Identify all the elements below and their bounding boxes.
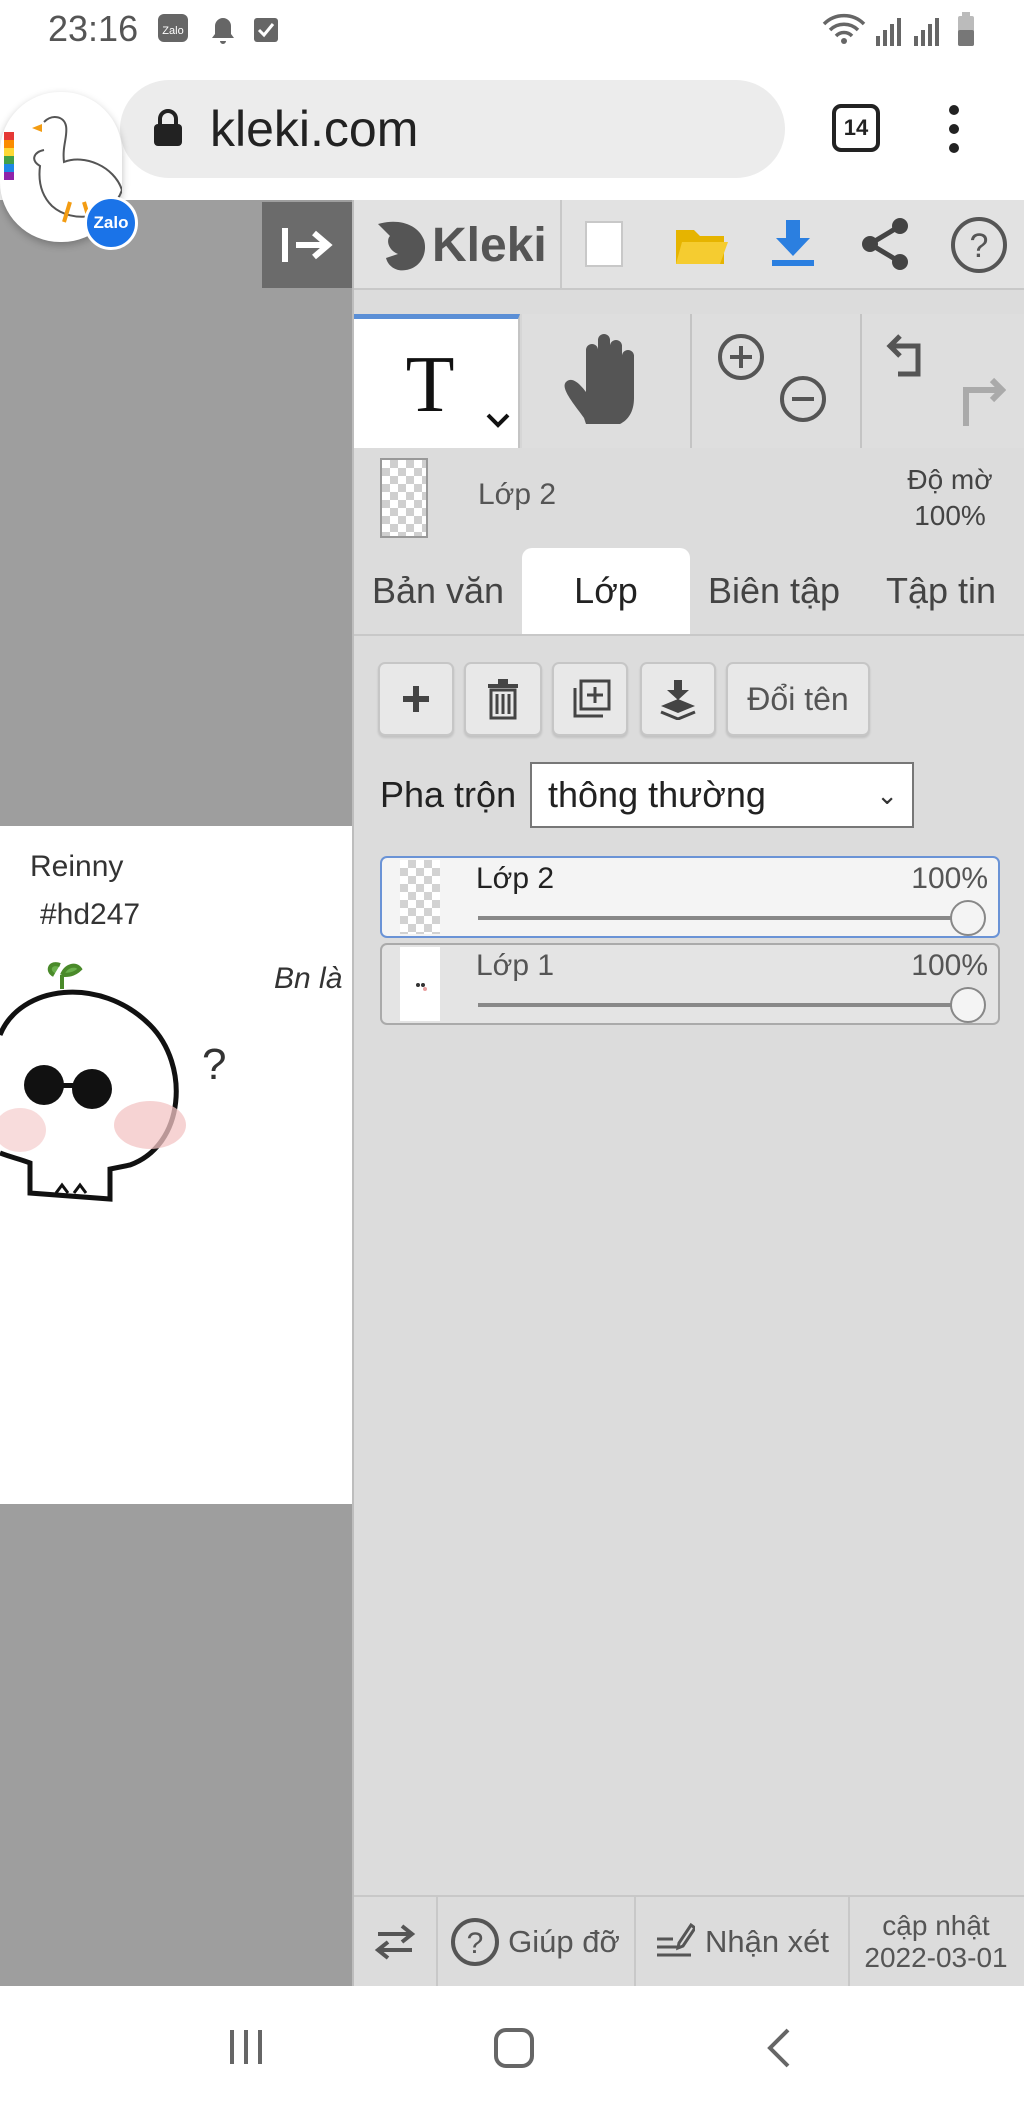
svg-text:?: ? — [467, 1927, 484, 1960]
help-label: Giúp đỡ — [508, 1923, 620, 1959]
canvas-drawing-mascot — [0, 962, 186, 1202]
duplicate-layer-button[interactable] — [552, 662, 628, 736]
lock-icon — [154, 109, 182, 146]
canvas-text-question: ? — [202, 1040, 227, 1089]
open-folder-icon[interactable] — [674, 222, 728, 268]
add-layer-button[interactable] — [378, 662, 454, 736]
layer-opacity-slider-handle[interactable] — [950, 900, 986, 936]
opacity-value: 100% — [914, 500, 986, 531]
feedback-button[interactable]: Nhận xét — [634, 1897, 850, 1986]
delete-layer-button[interactable] — [464, 662, 542, 736]
zoom-buttons — [692, 314, 862, 448]
toolbar-divider — [560, 200, 562, 288]
redo-icon[interactable] — [948, 376, 1006, 432]
download-icon[interactable] — [768, 218, 820, 268]
swap-side-button[interactable] — [354, 1897, 438, 1986]
browser-menu-icon[interactable] — [944, 104, 964, 154]
layer-thumbnail-drawing — [416, 983, 427, 991]
svg-text:?: ? — [970, 227, 989, 265]
tab-divider — [354, 634, 1024, 636]
status-time: 23:16 — [48, 8, 139, 49]
text-tool-icon: T — [406, 341, 510, 429]
collapse-panel-icon — [282, 228, 333, 262]
merge-layer-button[interactable] — [640, 662, 716, 736]
svg-text:T: T — [406, 341, 455, 429]
history-buttons — [862, 314, 1024, 448]
new-image-icon[interactable] — [584, 220, 624, 268]
kleki-logo-icon — [378, 221, 426, 271]
svg-text:Zalo: Zalo — [162, 25, 183, 37]
update-date: 2022-03-01 — [864, 1941, 1008, 1973]
layer-opacity-slider[interactable] — [478, 1003, 968, 1007]
layer-name: Lớp 2 — [476, 862, 555, 895]
zoom-out-icon[interactable] — [778, 374, 832, 428]
home-icon[interactable] — [492, 2026, 536, 2070]
tab-edit[interactable]: Biên tập — [690, 548, 858, 634]
layer-thumbnail — [400, 860, 440, 934]
back-icon[interactable] — [764, 2026, 794, 2070]
opacity-label: Độ mờ — [907, 464, 993, 495]
canvas-text-reinny: Reinny — [30, 850, 124, 883]
tab-file[interactable]: Tập tin — [858, 548, 1024, 634]
url-text[interactable]: kleki.com — [210, 100, 418, 158]
delete-layer-icon — [488, 679, 518, 720]
feedback-icon — [656, 1922, 695, 1956]
help-button[interactable]: ? Giúp đỡ — [436, 1897, 636, 1986]
zalo-badge: Zalo — [84, 196, 138, 250]
blend-mode-label: Pha trộn — [380, 774, 517, 815]
add-layer-icon — [403, 686, 429, 712]
recent-apps-icon[interactable] — [226, 2026, 266, 2066]
layer-opacity: 100% — [911, 949, 988, 982]
text-tool-button[interactable]: T — [354, 314, 520, 448]
rename-layer-button[interactable]: Đổi tên — [726, 662, 870, 736]
layer-opacity-slider[interactable] — [478, 916, 968, 920]
active-layer-name: Lớp 2 — [478, 478, 557, 511]
share-icon[interactable] — [858, 216, 912, 272]
blend-mode-select[interactable]: thông thường ⌄ — [530, 762, 914, 828]
canvas-text-hashtag: #hd247 — [40, 898, 141, 931]
blend-mode-value: thông thường — [548, 774, 766, 815]
chevron-down-icon: ⌄ — [876, 780, 898, 810]
tab-switcher-button[interactable]: 14 — [832, 104, 880, 152]
undo-icon[interactable] — [886, 332, 940, 386]
tab-text[interactable]: Bản văn — [354, 548, 522, 634]
hand-tool-button[interactable] — [522, 314, 692, 448]
opacity-readout: Độ mờ 100% — [880, 462, 1020, 534]
zoom-in-icon[interactable] — [716, 332, 770, 386]
duplicate-layer-icon — [573, 679, 611, 718]
layer-opacity-slider-handle[interactable] — [950, 987, 986, 1023]
layer-row[interactable]: Lớp 2 100% — [380, 856, 1000, 938]
help-circle-icon: ? — [451, 1917, 500, 1966]
swap-side-icon — [374, 1923, 416, 1960]
collapse-panel-button[interactable] — [262, 202, 352, 288]
hand-tool-icon — [564, 334, 634, 424]
layer-name: Lớp 1 — [476, 949, 555, 982]
tab-layers[interactable]: Lớp — [522, 548, 690, 634]
feedback-label: Nhận xét — [704, 1923, 830, 1959]
canvas-text-bn-la: Bn là — [274, 962, 343, 995]
update-info[interactable]: cập nhật 2022-03-01 — [848, 1897, 1024, 1986]
merge-layer-icon — [660, 680, 696, 720]
layer-opacity: 100% — [911, 862, 988, 895]
app-title: Kleki — [432, 219, 547, 272]
active-layer-thumbnail — [380, 458, 428, 538]
status-notification-icons: Zalo — [158, 14, 278, 44]
help-icon[interactable]: ? — [950, 216, 1008, 274]
layer-thumbnail — [400, 947, 440, 1021]
status-connectivity-icons — [822, 12, 974, 46]
update-label: cập nhật — [882, 1909, 990, 1941]
layer-row[interactable]: Lớp 1 100% — [380, 943, 1000, 1025]
